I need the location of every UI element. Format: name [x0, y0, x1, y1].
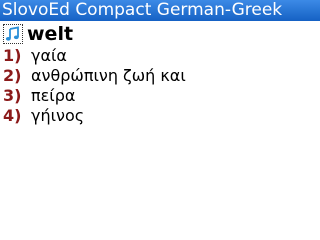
- translation-text: γαία: [31, 46, 67, 65]
- translation-text: ανθρώπινη ζωή και: [31, 66, 186, 85]
- translation-list: 1) γαία 2) ανθρώπινη ζωή και 3) πείρα 4)…: [0, 46, 320, 126]
- translation-item[interactable]: 4) γήινος: [0, 106, 320, 126]
- translation-item[interactable]: 3) πείρα: [0, 86, 320, 106]
- translation-text: γήινος: [31, 106, 85, 125]
- translation-text: πείρα: [31, 86, 76, 105]
- translation-item[interactable]: 1) γαία: [0, 46, 320, 66]
- sense-number: 4): [3, 106, 22, 125]
- headword: welt: [27, 23, 74, 45]
- sense-number: 2): [3, 66, 22, 85]
- sense-number: 3): [3, 86, 22, 105]
- window-title: SlovoEd Compact German-Greek: [0, 0, 320, 21]
- translation-item[interactable]: 2) ανθρώπινη ζωή και: [0, 66, 320, 86]
- headword-row: welt: [0, 22, 320, 46]
- music-note-icon[interactable]: [3, 24, 23, 44]
- sense-number: 1): [3, 46, 22, 65]
